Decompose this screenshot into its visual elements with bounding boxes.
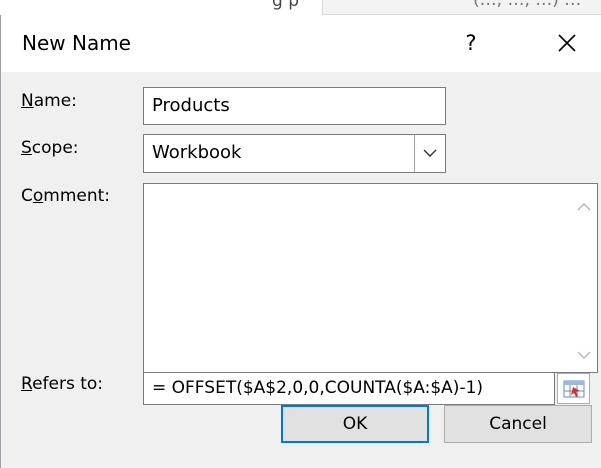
comment-scrollbar[interactable] bbox=[571, 184, 597, 372]
scope-select-value: Workbook bbox=[152, 142, 242, 163]
help-button[interactable]: ? bbox=[451, 23, 491, 63]
dialog-titlebar: New Name ? bbox=[1, 15, 601, 72]
refers-to-label-text: efers to: bbox=[32, 374, 104, 394]
name-label: Name: bbox=[21, 91, 77, 111]
range-select-icon bbox=[563, 380, 584, 397]
scope-label: Scope: bbox=[21, 138, 79, 158]
background-cell-text: (…, …, …) … bbox=[473, 0, 582, 10]
comment-label-accel: o bbox=[32, 186, 44, 206]
collapse-dialog-button[interactable] bbox=[557, 373, 590, 404]
refers-to-value: = OFFSET($A$2,0,0,COUNTA($A:$A)-1) bbox=[152, 378, 484, 398]
background-sheet-strip: g p (…, …, …) … bbox=[0, 0, 601, 15]
dialog-title: New Name bbox=[22, 31, 131, 55]
background-text-fragment: g p bbox=[272, 0, 299, 11]
close-icon bbox=[558, 34, 576, 52]
ok-button[interactable]: OK bbox=[281, 405, 429, 443]
comment-label-first: C bbox=[21, 186, 33, 206]
cancel-button[interactable]: Cancel bbox=[444, 405, 592, 443]
scroll-down-icon[interactable] bbox=[577, 351, 591, 360]
help-icon: ? bbox=[465, 31, 477, 55]
cancel-button-label: Cancel bbox=[489, 414, 547, 434]
refers-to-input[interactable]: = OFFSET($A$2,0,0,COUNTA($A:$A)-1) bbox=[143, 372, 555, 405]
chevron-down-icon bbox=[423, 149, 437, 157]
comment-textarea[interactable] bbox=[143, 183, 598, 373]
scroll-up-icon[interactable] bbox=[577, 202, 591, 211]
name-input[interactable]: Products bbox=[143, 87, 446, 125]
new-name-dialog: New Name ? Name: Products Scope: Workboo… bbox=[0, 15, 601, 468]
comment-label: Comment: bbox=[21, 186, 110, 206]
name-label-accel: N bbox=[21, 91, 34, 111]
scope-select[interactable]: Workbook bbox=[143, 134, 446, 173]
close-button[interactable] bbox=[547, 23, 587, 63]
scope-label-text: cope: bbox=[31, 138, 79, 158]
refers-to-label-accel: R bbox=[21, 374, 33, 394]
name-input-value: Products bbox=[152, 95, 230, 116]
background-cell: (…, …, …) … bbox=[322, 0, 601, 15]
scope-dropdown-button[interactable] bbox=[414, 135, 445, 172]
name-label-text: ame: bbox=[33, 91, 77, 111]
comment-label-text: mment: bbox=[43, 186, 111, 206]
ok-button-label: OK bbox=[342, 414, 368, 434]
scope-label-accel: S bbox=[21, 138, 32, 158]
refers-to-label: Refers to: bbox=[21, 374, 103, 394]
